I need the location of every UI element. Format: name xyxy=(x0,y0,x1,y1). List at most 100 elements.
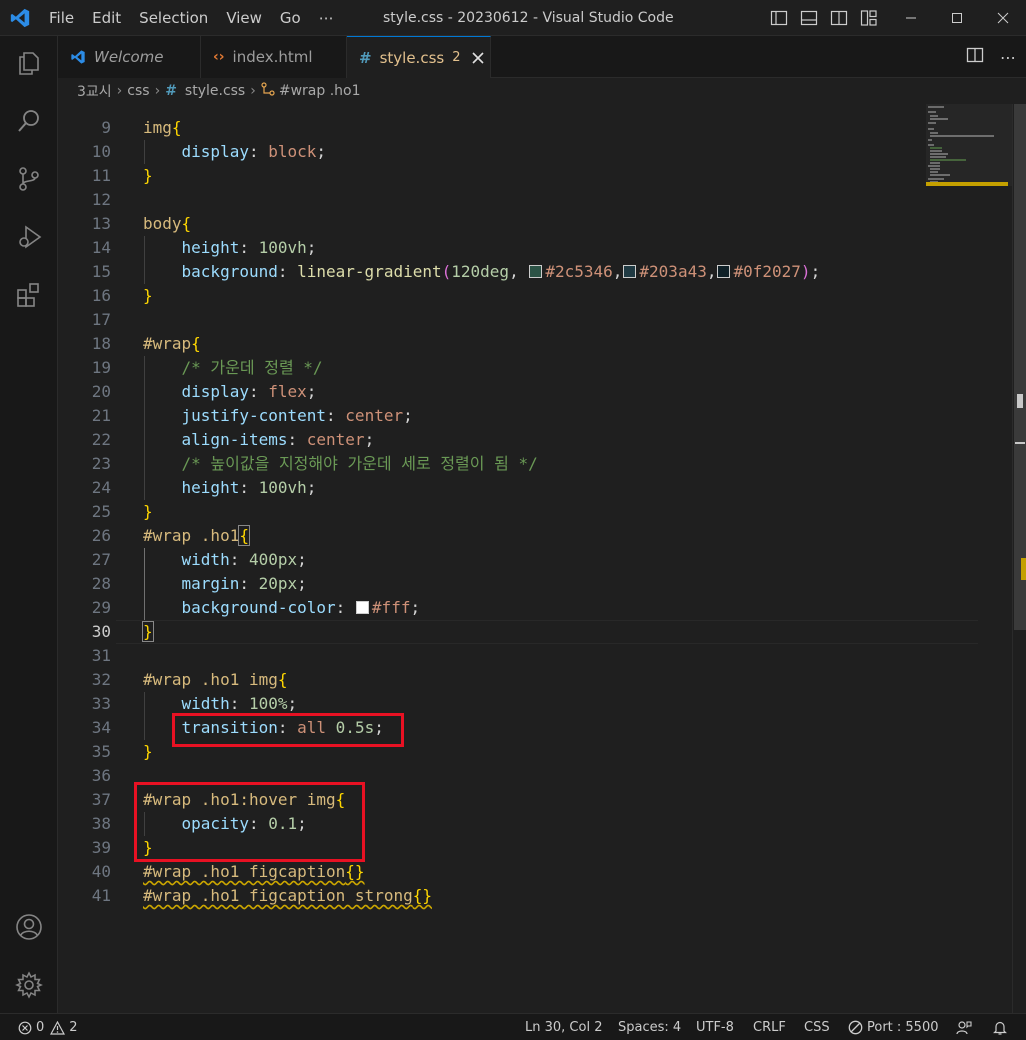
chevron-right-icon: › xyxy=(250,83,256,99)
menu-more[interactable]: ⋯ xyxy=(310,0,343,36)
menu-go[interactable]: Go xyxy=(271,0,310,36)
window-title: style.css - 20230612 - Visual Studio Cod… xyxy=(383,10,674,26)
code-line: 11 } xyxy=(58,164,926,188)
error-count: 0 xyxy=(36,1020,45,1035)
menu-file[interactable]: File xyxy=(40,0,83,36)
toggle-primary-sidebar-icon[interactable] xyxy=(768,7,790,29)
color-swatch[interactable] xyxy=(717,265,731,278)
accounts-icon[interactable] xyxy=(0,900,58,954)
code-line: 10 display: block; xyxy=(58,140,926,164)
code-line: 13 body{ xyxy=(58,212,926,236)
language-mode[interactable]: CSS xyxy=(804,1014,830,1040)
code-line: 36 xyxy=(58,764,926,788)
code-line: 39 } xyxy=(58,836,926,860)
line-number: 22 xyxy=(91,430,111,449)
code-editor[interactable]: 9 img{ 10 display: block; 11 } 12 13 bod… xyxy=(58,104,1026,1013)
code-line: 21 justify-content: center; xyxy=(58,404,926,428)
more-actions-icon[interactable]: ⋯ xyxy=(1000,48,1016,67)
color-swatch[interactable] xyxy=(355,601,369,614)
breadcrumb-css-folder[interactable]: css xyxy=(127,83,149,99)
code-line: 35 } xyxy=(58,740,926,764)
code-line: 38 opacity: 0.1; xyxy=(58,812,926,836)
vertical-scrollbar[interactable] xyxy=(1012,104,1026,1013)
line-number: 15 xyxy=(91,262,111,281)
code-line: 37 #wrap .ho1:hover img{ xyxy=(58,788,926,812)
menu-selection[interactable]: Selection xyxy=(130,0,217,36)
close-window-icon[interactable] xyxy=(980,0,1026,36)
feedback-icon[interactable] xyxy=(956,1014,972,1040)
line-number: 32 xyxy=(91,670,111,689)
status-bar: 0 2 Ln 30, Col 2 Spaces: 4 UTF-8 CRLF CS… xyxy=(0,1013,1026,1040)
code-line: 16 } xyxy=(58,284,926,308)
live-server-port[interactable]: Port : 5500 xyxy=(848,1014,939,1040)
menu-view[interactable]: View xyxy=(217,0,271,36)
split-editor-icon[interactable] xyxy=(966,46,984,68)
line-number: 20 xyxy=(91,382,111,401)
maximize-icon[interactable] xyxy=(934,0,980,36)
line-number: 40 xyxy=(91,862,111,881)
tab-welcome-label: Welcome xyxy=(94,48,164,66)
breadcrumb-symbol[interactable]: #wrap .ho1 xyxy=(279,83,361,99)
layout-controls xyxy=(768,0,880,36)
breadcrumb: 3교시 › css › # style.css › #wrap .ho1 xyxy=(58,78,1026,104)
minimap[interactable] xyxy=(926,104,1012,1013)
code-line: 26 #wrap .ho1{ xyxy=(58,524,926,548)
color-swatch[interactable] xyxy=(623,265,637,278)
editor-actions: ⋯ xyxy=(966,36,1016,78)
scrollbar-thumb[interactable] xyxy=(1014,104,1026,630)
line-number: 10 xyxy=(91,142,111,161)
menu-edit[interactable]: Edit xyxy=(83,0,130,36)
encoding[interactable]: UTF-8 xyxy=(696,1014,734,1040)
line-number: 30 xyxy=(91,622,111,641)
code-line: 17 xyxy=(58,308,926,332)
color-swatch[interactable] xyxy=(529,265,543,278)
error-icon xyxy=(18,1021,32,1034)
notifications-bell-icon[interactable] xyxy=(992,1014,1008,1040)
code-line: 18 #wrap{ xyxy=(58,332,926,356)
code-line: 40 #wrap .ho1 figcaption{} xyxy=(58,860,926,884)
port-label: Port : 5500 xyxy=(867,1020,939,1035)
title-bar: File Edit Selection View Go ⋯ style.css … xyxy=(0,0,1026,36)
window-controls xyxy=(888,0,1026,36)
line-number: 17 xyxy=(91,310,111,329)
breadcrumb-file[interactable]: style.css xyxy=(185,83,245,99)
code-line: 32 #wrap .ho1 img{ xyxy=(58,668,926,692)
cursor-position[interactable]: Ln 30, Col 2 xyxy=(525,1014,602,1040)
line-number: 18 xyxy=(91,334,111,353)
indentation[interactable]: Spaces: 4 xyxy=(618,1014,681,1040)
tab-index-html[interactable]: ‹› index.html xyxy=(201,36,347,78)
line-number: 21 xyxy=(91,406,111,425)
problems-indicator[interactable]: 0 2 xyxy=(18,1014,78,1040)
line-number: 33 xyxy=(91,694,111,713)
code-line: 29 background-color: #fff; xyxy=(58,596,926,620)
code-line: 28 margin: 20px; xyxy=(58,572,926,596)
tab-bar: Welcome ‹› index.html # style.css 2 ⋯ xyxy=(58,36,1026,78)
html-icon: ‹› xyxy=(213,49,225,65)
run-debug-icon[interactable] xyxy=(0,210,58,264)
cursor-marker xyxy=(1015,442,1025,444)
line-ending[interactable]: CRLF xyxy=(753,1014,786,1040)
search-icon[interactable] xyxy=(0,94,58,148)
breadcrumb-folder[interactable]: 3교시 xyxy=(77,81,112,101)
tab-welcome[interactable]: Welcome xyxy=(58,36,201,78)
code-line: 25 } xyxy=(58,500,926,524)
line-number: 12 xyxy=(91,190,111,209)
tab-index-label: index.html xyxy=(232,48,313,66)
toggle-secondary-sidebar-icon[interactable] xyxy=(828,7,850,29)
code-line: 41 #wrap .ho1 figcaption strong{} xyxy=(58,884,926,908)
toggle-panel-icon[interactable] xyxy=(798,7,820,29)
minimize-icon[interactable] xyxy=(888,0,934,36)
explorer-icon[interactable] xyxy=(0,36,58,90)
line-number: 23 xyxy=(91,454,111,473)
customize-layout-icon[interactable] xyxy=(858,7,880,29)
source-control-icon[interactable] xyxy=(0,152,58,206)
extensions-icon[interactable] xyxy=(0,268,58,322)
tab-style-css[interactable]: # style.css 2 xyxy=(347,36,491,78)
line-number: 29 xyxy=(91,598,111,617)
code-line: 27 width: 400px; xyxy=(58,548,926,572)
line-number: 41 xyxy=(91,886,111,905)
line-number: 28 xyxy=(91,574,111,593)
close-tab-icon[interactable] xyxy=(472,51,485,64)
manage-gear-icon[interactable] xyxy=(0,958,58,1012)
code-line: 19 /* 가운데 정렬 */ xyxy=(58,356,926,380)
